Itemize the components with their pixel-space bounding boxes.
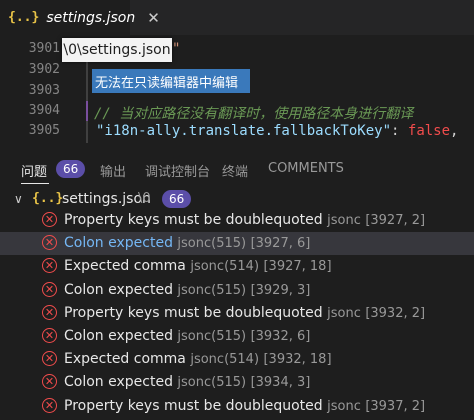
problem-position: [3932, 18]: [263, 352, 332, 368]
file-path-hover: \0\settings.json: [62, 38, 172, 62]
problem-source: jsonc(515): [177, 375, 247, 391]
line-number: 3901: [28, 41, 60, 56]
problem-group-header[interactable]: ∨ {..} settings.json \0 66: [0, 188, 474, 210]
problem-message: Property keys must be doublequoted: [64, 304, 323, 321]
problem-message: Colon expected: [64, 374, 173, 391]
active-tab-underline: [21, 183, 49, 184]
tab-title: settings.json: [46, 9, 136, 26]
error-icon: ✕: [42, 328, 57, 343]
json-file-icon: {..}: [8, 10, 40, 25]
json-colon: :: [391, 123, 400, 139]
problem-position: [3929, 3]: [250, 282, 311, 298]
problem-source: jsonc(514): [190, 352, 260, 368]
tab-debug-console[interactable]: 调试控制台: [145, 161, 210, 180]
group-file-path: \0: [138, 191, 151, 206]
problem-source: jsonc: [327, 305, 361, 321]
error-icon: ✕: [42, 374, 57, 390]
group-count-badge: 66: [162, 190, 192, 208]
problem-message: Colon expected: [64, 281, 173, 298]
problem-text: Expected comma jsonc(514) [3932, 18]: [64, 348, 332, 371]
problems-count-badge: 66: [56, 160, 86, 178]
code-line: "i18n-ally.translate.fallbackToKey": fal…: [96, 123, 458, 139]
code-string-fragment: ": [172, 41, 181, 57]
problem-text: Colon expected jsonc(515) [3934, 3]: [64, 371, 310, 394]
indent-guide: [86, 81, 88, 103]
problem-source: jsonc(515): [177, 329, 247, 344]
json-comma: ,: [450, 123, 459, 139]
problem-row[interactable]: ✕ Colon expected jsonc(515) [3934, 3]: [0, 371, 474, 394]
problem-row[interactable]: ✕ Expected comma jsonc(514) [3927, 18]: [0, 255, 474, 278]
problem-row[interactable]: ✕ Colon expected jsonc(515) [3929, 3]: [0, 279, 474, 302]
problem-row[interactable]: ✕ Colon expected jsonc(515) [3927, 6]: [0, 232, 474, 256]
error-icon: ✕: [42, 212, 57, 227]
problem-row[interactable]: ✕ Colon expected jsonc(515) [3932, 6]: [0, 325, 474, 348]
indent-guide-active: [86, 101, 88, 123]
problem-source: jsonc: [327, 213, 361, 228]
problem-source: jsonc(515): [177, 236, 247, 252]
line-number: 3905: [28, 123, 60, 138]
problem-row[interactable]: ✕ Property keys must be doublequoted json…: [0, 209, 474, 232]
problem-message: Expected comma: [64, 351, 186, 368]
problem-row[interactable]: ✕ Expected comma jsonc(514) [3932, 18]: [0, 348, 474, 371]
json-file-icon: {..}: [32, 191, 64, 206]
error-icon: ✕: [42, 304, 57, 320]
problem-position: [3932, 2]: [365, 305, 426, 321]
error-icon: ✕: [42, 258, 57, 274]
error-icon: ✕: [42, 281, 57, 297]
indent-guide: [86, 121, 88, 143]
indent-guide: [86, 60, 88, 82]
problem-message: Expected comma: [64, 258, 186, 275]
problem-source: jsonc(514): [190, 259, 260, 275]
tab-settings-json[interactable]: {..} settings.json ✕: [0, 0, 160, 35]
line-number: 3904: [28, 103, 60, 118]
problem-row[interactable]: ✕ Property keys must be doublequoted json…: [0, 395, 474, 418]
tab-output[interactable]: 输出: [100, 161, 126, 180]
json-key: "i18n-ally.translate.fallbackToKey": [96, 123, 392, 139]
error-icon: ✕: [42, 235, 57, 251]
code-comment: // 当对应路径没有翻译时，使用路径本身进行翻译: [94, 106, 414, 122]
problem-text: Colon expected jsonc(515) [3932, 6]: [64, 325, 310, 348]
problem-text: Property keys must be doublequoted jsonc…: [64, 395, 425, 418]
problem-position: [3927, 2]: [365, 213, 426, 228]
problem-position: [3927, 6]: [250, 236, 311, 252]
problem-position: [3937, 2]: [365, 398, 426, 414]
tab-comments[interactable]: COMMENTS: [268, 161, 344, 176]
problem-text: Colon expected jsonc(515) [3927, 6]: [64, 232, 310, 255]
problem-position: [3934, 3]: [250, 375, 311, 391]
panel-tab-bar: 问题 66 输出 调试控制台 终端 COMMENTS: [0, 152, 474, 186]
json-value: false: [407, 123, 451, 139]
error-icon: ✕: [42, 397, 57, 413]
problem-position: [3927, 18]: [263, 259, 332, 275]
close-icon[interactable]: ✕: [147, 9, 160, 27]
problem-position: [3932, 6]: [250, 329, 311, 344]
line-number: 3903: [28, 83, 60, 98]
problem-text: Colon expected jsonc(515) [3929, 3]: [64, 279, 310, 302]
problem-message: Property keys must be doublequoted: [64, 397, 323, 414]
readonly-message: 无法在只读编辑器中编辑: [92, 69, 250, 93]
problem-row[interactable]: ✕ Property keys must be doublequoted json…: [0, 302, 474, 325]
tab-problems[interactable]: 问题: [21, 161, 47, 180]
problem-message: Colon expected: [64, 328, 173, 344]
problem-text: Expected comma jsonc(514) [3927, 18]: [64, 255, 332, 278]
editor-tab-bar: {..} settings.json ✕: [0, 0, 474, 35]
problem-message: Property keys must be doublequoted: [64, 212, 323, 228]
problem-text: Property keys must be doublequoted jsonc…: [64, 209, 425, 232]
chevron-down-icon[interactable]: ∨: [14, 188, 23, 210]
problem-source: jsonc(515): [177, 282, 247, 298]
problem-message: Colon expected: [64, 235, 173, 252]
line-number: 3902: [28, 62, 60, 77]
error-icon: ✕: [42, 351, 57, 367]
problem-source: jsonc: [327, 398, 361, 414]
problem-text: Property keys must be doublequoted jsonc…: [64, 302, 425, 325]
tab-terminal[interactable]: 终端: [222, 161, 248, 180]
